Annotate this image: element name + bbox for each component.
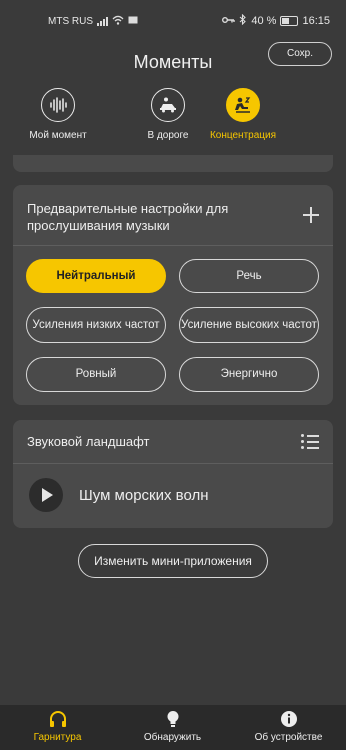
list-icon[interactable] <box>301 433 319 449</box>
key-icon <box>222 15 236 27</box>
header: Моменты Сохр. <box>0 40 346 85</box>
card-partial <box>13 155 333 172</box>
soundscape-header: Звуковой ландшафт <box>13 420 333 464</box>
preset-bass-boost[interactable]: Усиления низких частот <box>26 307 166 343</box>
lightbulb-icon <box>115 709 230 729</box>
tab-label: Обнаружить <box>143 732 202 743</box>
add-icon[interactable] <box>303 207 319 223</box>
tab-discover[interactable]: Обнаружить <box>115 709 230 743</box>
bottom-tab-bar: Гарнитура Обнаружить Об устройстве <box>0 705 346 750</box>
info-icon <box>231 709 346 729</box>
presets-header: Предварительные настройки для прослушива… <box>13 185 333 246</box>
mode-label: В дороге <box>147 130 189 141</box>
presets-title: Предварительные настройки для прослушива… <box>27 201 229 233</box>
mode-concentration[interactable]: Концентрация <box>193 88 293 141</box>
battery-percent: 40 % <box>251 15 277 27</box>
edit-mini-apps-button[interactable]: Изменить мини-приложения <box>78 544 268 578</box>
car-icon <box>151 88 185 122</box>
soundwave-icon <box>41 88 75 122</box>
music-presets-card: Предварительные настройки для прослушива… <box>13 185 333 405</box>
soundscape-card: Звуковой ландшафт Шум морских волн <box>13 420 333 528</box>
mode-label: Концентрация <box>209 130 277 141</box>
battery-icon <box>280 16 299 26</box>
clock: 16:15 <box>302 15 330 27</box>
track-title: Шум морских волн <box>79 487 209 504</box>
bluetooth-icon <box>239 13 247 28</box>
play-icon[interactable] <box>29 478 63 512</box>
preset-flat[interactable]: Ровный <box>26 357 166 392</box>
status-bar: MTS RUS 40 % 16:15 <box>0 0 346 40</box>
preset-speech[interactable]: Речь <box>179 259 319 293</box>
headphones-icon <box>0 709 115 729</box>
signal-icon <box>97 17 108 26</box>
mode-label: Мой момент <box>29 130 87 141</box>
soundscape-track[interactable]: Шум морских волн <box>13 464 333 528</box>
preset-treble-boost[interactable]: Усиление высоких частот <box>179 307 319 343</box>
preset-neutral[interactable]: Нейтральный <box>26 259 166 293</box>
tab-about-device[interactable]: Об устройстве <box>231 709 346 743</box>
wifi-icon <box>112 15 124 28</box>
message-icon <box>128 16 138 27</box>
carrier-label: MTS RUS <box>48 16 93 27</box>
tab-headset[interactable]: Гарнитура <box>0 709 115 743</box>
preset-energetic[interactable]: Энергично <box>179 357 319 392</box>
soundscape-title: Звуковой ландшафт <box>27 434 150 449</box>
tab-label: Об устройстве <box>254 732 323 743</box>
mode-selector: Мой момент В дороге Концентрация <box>0 88 346 148</box>
focus-person-icon <box>226 88 260 122</box>
save-button[interactable]: Сохр. <box>268 42 332 66</box>
mode-my-moment[interactable]: Мой момент <box>13 88 103 141</box>
tab-label: Гарнитура <box>33 732 82 743</box>
